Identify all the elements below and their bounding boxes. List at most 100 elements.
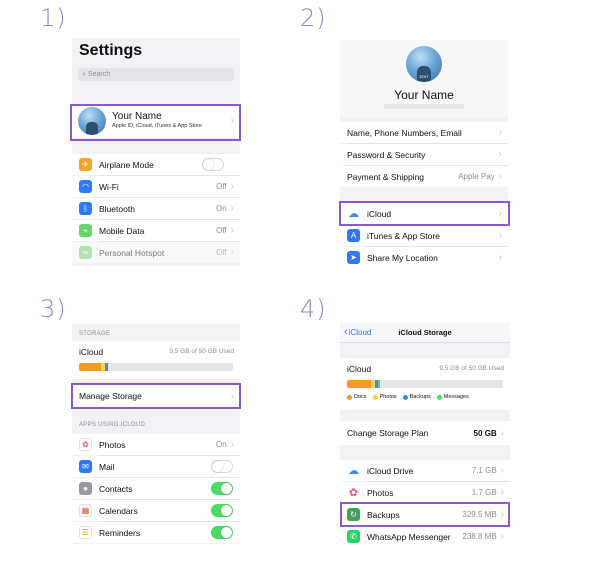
chevron-right-icon: › (500, 487, 504, 498)
legend-item: Docs (347, 394, 367, 400)
photos-icon: ✿ (79, 438, 92, 451)
apple-id-header: EDIT Your Name (340, 40, 508, 118)
storage-bar-docs (79, 363, 101, 371)
nav-title: iCloud Storage (398, 328, 452, 337)
highlight-backups (340, 502, 510, 527)
chevron-right-icon: › (230, 247, 234, 258)
toggle-switch[interactable] (211, 526, 233, 539)
highlight-icloud (339, 201, 510, 226)
app-row[interactable]: ● Contacts (72, 478, 240, 499)
row-label: Calendars (99, 505, 138, 516)
search-icon: ⌕ (82, 70, 86, 78)
change-storage-plan-row[interactable]: Change Storage Plan 50 GB › (340, 421, 510, 445)
chevron-right-icon: › (230, 181, 234, 192)
row-label: Share My Location (367, 252, 438, 263)
service-row[interactable]: ➤ Share My Location › (340, 247, 508, 268)
wifi-icon: ◠ (79, 180, 92, 193)
row-label: Photos (367, 487, 394, 498)
row-label: WhatsApp Messenger (367, 531, 451, 542)
step-number-3: 3) (40, 295, 67, 323)
storage-bar-backups (105, 363, 108, 371)
icloud-usage: 9,5 GB of 50 GB Used (439, 365, 504, 372)
row-value: 7.1 GB (471, 466, 497, 475)
app-row[interactable]: ☰ Reminders (72, 522, 240, 543)
settings-screen: Settings ⌕ Search Your Name Apple ID, iC… (72, 38, 240, 266)
settings-row[interactable]: ⌁ Mobile Data Off › (72, 220, 240, 241)
row-label: iTunes & App Store (367, 230, 440, 241)
row-label: Payment & Shipping (347, 171, 425, 182)
legend-label: Photos (379, 394, 397, 400)
row-label: Personal Hotspot (99, 247, 165, 258)
settings-row[interactable]: ᛒ Bluetooth On › (72, 198, 240, 219)
app-row[interactable]: ▦ Calendars (72, 500, 240, 521)
storage-bar-docs (347, 380, 371, 388)
row-label: Name, Phone Numbers, Email (347, 127, 462, 138)
row-value: Apple Pay (458, 172, 495, 181)
storage-item-row[interactable]: ✆ WhatsApp Messenger 238.8 MB › (340, 526, 510, 546)
legend-dot-icon (436, 394, 442, 400)
toggle-switch[interactable] (211, 460, 233, 473)
toggle-knob (202, 159, 214, 170)
search-placeholder: Search (87, 71, 111, 78)
account-row[interactable]: Password & Security › (340, 144, 508, 165)
section-caption-apps: APPS USING ICLOUD (79, 422, 146, 428)
step-number-1: 1) (40, 4, 67, 32)
row-label: Password & Security (347, 149, 426, 160)
apple-id-screen: EDIT Your Name Name, Phone Numbers, Emai… (340, 40, 508, 268)
icloud-usage: 9,5 GB of 50 GB Used (169, 348, 234, 355)
airplane-icon: ✈ (79, 158, 92, 171)
settings-row[interactable]: ∞ Personal Hotspot Off › (72, 242, 240, 263)
app-row[interactable]: ✉ Mail (72, 456, 240, 477)
row-label: Reminders (99, 527, 141, 538)
highlight-manage-storage (71, 383, 241, 409)
app-row[interactable]: ✿ Photos On › (72, 434, 240, 455)
mail-icon: ✉ (79, 460, 92, 473)
toggle-switch[interactable] (211, 504, 233, 517)
page-title: Settings (79, 42, 143, 59)
toggle-switch[interactable] (201, 158, 224, 171)
chevron-right-icon: › (500, 465, 504, 476)
row-value: On (215, 440, 227, 449)
chevron-right-icon: › (498, 127, 502, 138)
legend-label: Docs (354, 394, 367, 400)
row-label: Photos (99, 439, 126, 450)
legend-dot-icon (347, 394, 352, 400)
chevron-right-icon: › (498, 230, 502, 241)
settings-row[interactable]: ◠ Wi-Fi Off › (72, 176, 240, 197)
step-number-2: 2) (300, 4, 327, 32)
cloud-icon: ☁ (347, 464, 360, 477)
row-value: 238.8 MB (462, 532, 497, 541)
chevron-right-icon: › (498, 252, 502, 263)
storage-plan-value: 50 GB (473, 428, 497, 438)
row-value: Off (216, 182, 227, 191)
legend-item: Messages (436, 394, 469, 400)
email-redacted (384, 104, 464, 109)
icloud-screen: STORAGE iCloud 9,5 GB of 50 GB Used Mana… (72, 324, 240, 544)
edit-badge[interactable]: EDIT (406, 74, 442, 79)
contacts-icon: ● (79, 482, 92, 495)
icloud-storage-summary: iCloud 9,5 GB of 50 GB Used Docs Photos Ba… (340, 358, 510, 410)
bluetooth-icon: ᛒ (79, 202, 92, 215)
storage-item-row[interactable]: ☁ iCloud Drive 7.1 GB › (340, 460, 510, 481)
icloud-storage-summary: iCloud 9,5 GB of 50 GB Used (72, 341, 240, 379)
legend-dot-icon (372, 394, 378, 400)
icloud-label: iCloud (79, 347, 104, 357)
antenna-icon: ⌁ (79, 224, 92, 237)
profile-name: Your Name (394, 88, 454, 102)
row-label: Airplane Mode (99, 159, 154, 170)
account-row[interactable]: Name, Phone Numbers, Email › (340, 122, 508, 143)
account-row[interactable]: Payment & Shipping Apple Pay › (340, 166, 508, 187)
chevron-right-icon: › (230, 203, 234, 214)
hotspot-icon: ∞ (79, 246, 92, 259)
settings-row[interactable]: ✈Airplane Mode› (72, 154, 240, 175)
service-row[interactable]: AiTunes & App Store › (340, 225, 508, 246)
section-caption-storage: STORAGE (79, 331, 111, 337)
row-label: Mobile Data (99, 225, 145, 236)
toggle-switch[interactable] (211, 482, 233, 495)
chevron-right-icon: › (498, 149, 502, 160)
search-input[interactable]: ⌕ Search (78, 68, 234, 81)
toggle-knob (212, 461, 223, 472)
chevron-right-icon: › (500, 427, 504, 439)
highlight-profile (70, 104, 241, 141)
storage-item-row[interactable]: ✿ Photos 1.7 GB › (340, 482, 510, 503)
